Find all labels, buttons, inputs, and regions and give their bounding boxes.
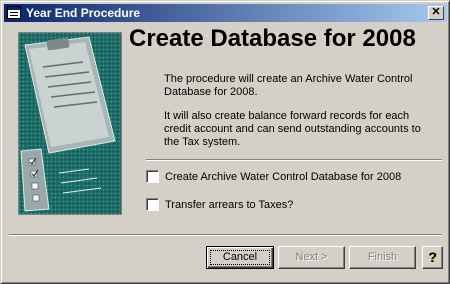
checkbox-label[interactable]: Create Archive Water Control Database fo… bbox=[165, 171, 401, 183]
transfer-arrears-checkbox[interactable]: Transfer arrears to Taxes? bbox=[146, 198, 293, 211]
close-button[interactable]: ✕ bbox=[428, 6, 444, 20]
create-archive-checkbox[interactable]: Create Archive Water Control Database fo… bbox=[146, 170, 401, 183]
description-paragraph: It will also create balance forward reco… bbox=[164, 110, 421, 148]
next-button[interactable]: Next > bbox=[278, 246, 345, 269]
divider bbox=[146, 159, 442, 161]
help-button[interactable]: ? bbox=[422, 246, 443, 269]
checkbox-box[interactable] bbox=[146, 170, 159, 183]
page-title: Create Database for 2008 bbox=[129, 25, 416, 52]
checkbox-box[interactable] bbox=[146, 198, 159, 211]
window-title: Year End Procedure bbox=[26, 6, 141, 20]
form-icon bbox=[7, 6, 21, 19]
finish-label: Finish bbox=[367, 251, 398, 263]
description-paragraph: The procedure will create an Archive Wat… bbox=[164, 73, 413, 98]
finish-button[interactable]: Finish bbox=[349, 246, 416, 269]
cancel-button[interactable]: Cancel bbox=[206, 246, 274, 269]
title-bar[interactable]: Year End Procedure ✕ bbox=[4, 4, 447, 22]
year-end-dialog: Year End Procedure ✕ Create Database for… bbox=[0, 0, 450, 284]
clipboard-illustration bbox=[18, 32, 122, 215]
focus-ring bbox=[210, 250, 270, 265]
next-label: Next > bbox=[295, 251, 328, 263]
divider bbox=[9, 234, 442, 236]
question-mark-icon: ? bbox=[428, 249, 437, 265]
checkbox-label[interactable]: Transfer arrears to Taxes? bbox=[165, 199, 293, 211]
description: The procedure will create an Archive Wat… bbox=[164, 73, 434, 160]
close-icon: ✕ bbox=[431, 6, 441, 18]
